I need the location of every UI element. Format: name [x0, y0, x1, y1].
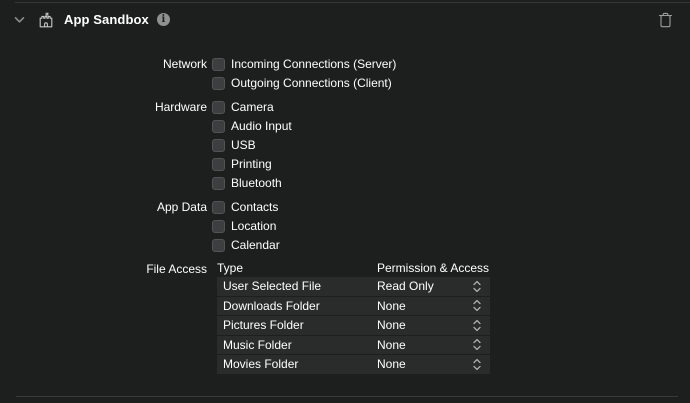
file-access-row-movies-folder[interactable]: Movies Folder None [217, 355, 490, 375]
checkbox-row: USB [212, 138, 292, 152]
column-header-type: Type [217, 261, 377, 275]
section-hardware: Hardware Camera Audio Input USB Printing… [0, 100, 690, 190]
checkbox-row: Contacts [212, 200, 280, 214]
file-access-table-header: Type Permission & Access [217, 261, 490, 275]
delete-capability-button[interactable] [656, 11, 674, 29]
checkbox-camera[interactable] [212, 101, 225, 114]
checkbox-row: Calendar [212, 238, 280, 252]
checkbox-row: Printing [212, 157, 292, 171]
checkbox-printing[interactable] [212, 158, 225, 171]
section-label: App Data [0, 200, 207, 252]
file-access-type: Music Folder [217, 338, 377, 352]
file-access-type: Pictures Folder [217, 318, 377, 332]
checkbox-label: Contacts [231, 200, 278, 214]
capability-header: App Sandbox i [0, 1, 690, 38]
file-access-type: User Selected File [217, 279, 377, 293]
permission-value: None [377, 338, 406, 352]
stepper-chevrons-icon [473, 299, 481, 312]
checkbox-label: Outgoing Connections (Client) [231, 76, 392, 90]
checkbox-row: Audio Input [212, 119, 292, 133]
section-file-access: File Access Type Permission & Access Use… [0, 262, 690, 375]
permission-select-pictures-folder[interactable]: None [377, 316, 490, 335]
permission-select-downloads-folder[interactable]: None [377, 297, 490, 316]
checkbox-row: Outgoing Connections (Client) [212, 76, 396, 90]
checkbox-row: Location [212, 219, 280, 233]
checkbox-bluetooth[interactable] [212, 177, 225, 190]
file-access-table: User Selected File Read Only Downloads F… [217, 277, 490, 375]
column-header-permission: Permission & Access [377, 261, 490, 275]
stepper-chevrons-icon [473, 358, 481, 371]
checkbox-location[interactable] [212, 220, 225, 233]
checkbox-row: Bluetooth [212, 176, 292, 190]
permission-value: None [377, 299, 406, 313]
checkbox-label: Location [231, 219, 276, 233]
checkbox-row: Incoming Connections (Server) [212, 57, 396, 71]
checkbox-calendar[interactable] [212, 239, 225, 252]
info-icon-glyph: i [161, 15, 165, 25]
checkbox-usb[interactable] [212, 139, 225, 152]
section-label: Hardware [0, 100, 207, 190]
checkbox-outgoing-connections-client[interactable] [212, 77, 225, 90]
permission-select-music-folder[interactable]: None [377, 336, 490, 355]
app-sandbox-castle-icon [37, 11, 55, 29]
capability-title: App Sandbox [64, 12, 149, 27]
checkbox-label: Audio Input [231, 119, 292, 133]
bottom-divider [16, 396, 678, 397]
file-access-type: Movies Folder [217, 357, 377, 371]
permission-value: None [377, 318, 406, 332]
permission-value: None [377, 357, 406, 371]
file-access-row-music-folder[interactable]: Music Folder None [217, 336, 490, 356]
checkbox-label: USB [231, 138, 256, 152]
file-access-type: Downloads Folder [217, 299, 377, 313]
checkbox-contacts[interactable] [212, 201, 225, 214]
checkbox-label: Printing [231, 157, 272, 171]
section-network: Network Incoming Connections (Server) Ou… [0, 57, 690, 90]
capability-body: Network Incoming Connections (Server) Ou… [0, 38, 690, 375]
section-label: Network [0, 57, 207, 90]
permission-value: Read Only [377, 279, 434, 293]
checkbox-audio-input[interactable] [212, 120, 225, 133]
stepper-chevrons-icon [473, 338, 481, 351]
stepper-chevrons-icon [473, 280, 481, 293]
checkbox-label: Camera [231, 100, 274, 114]
section-label: File Access [0, 262, 207, 375]
disclosure-chevron-down-icon[interactable] [13, 14, 25, 26]
info-icon[interactable]: i [157, 13, 170, 26]
checkbox-label: Bluetooth [231, 176, 282, 190]
checkbox-incoming-connections-server[interactable] [212, 58, 225, 71]
checkbox-label: Incoming Connections (Server) [231, 57, 396, 71]
file-access-row-user-selected-file[interactable]: User Selected File Read Only [217, 277, 490, 297]
file-access-row-pictures-folder[interactable]: Pictures Folder None [217, 316, 490, 336]
file-access-row-downloads-folder[interactable]: Downloads Folder None [217, 297, 490, 317]
top-divider [15, 2, 690, 3]
section-app-data: App Data Contacts Location Calendar [0, 200, 690, 252]
permission-select-user-selected-file[interactable]: Read Only [377, 277, 490, 296]
checkbox-label: Calendar [231, 238, 280, 252]
permission-select-movies-folder[interactable]: None [377, 355, 490, 374]
checkbox-row: Camera [212, 100, 292, 114]
stepper-chevrons-icon [473, 319, 481, 332]
